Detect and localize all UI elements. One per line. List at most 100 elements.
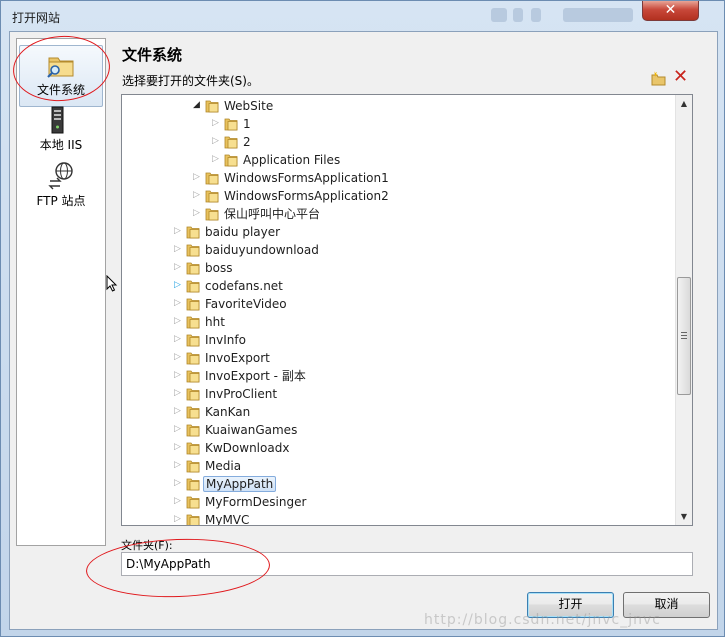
collapsed-arrow-icon[interactable]: ▷ xyxy=(212,118,220,128)
folder-tree[interactable]: ▷ MyMVC ▷ MyFormDesinger ▷ MyAppPath ▷ Media ▷ Kw… xyxy=(121,94,693,526)
tree-item-label: Application Files xyxy=(243,153,341,167)
tree-item-label: Media xyxy=(205,459,242,473)
collapsed-arrow-icon[interactable]: ▷ xyxy=(193,208,201,218)
collapsed-arrow-icon[interactable]: ▷ xyxy=(174,244,182,254)
sidebar-item-ftp-site[interactable]: FTP 站点 xyxy=(19,157,103,219)
tree-item[interactable]: ▷ MyAppPath xyxy=(122,475,682,493)
scroll-thumb[interactable] xyxy=(677,277,691,395)
folder-icon xyxy=(186,280,200,293)
sidebar-item-label: FTP 站点 xyxy=(36,194,86,208)
tree-item[interactable]: ▷ MyMVC xyxy=(122,511,682,526)
collapsed-arrow-icon[interactable]: ▷ xyxy=(174,424,182,434)
globe-transfer-icon xyxy=(48,162,73,190)
collapsed-arrow-icon[interactable]: ▷ xyxy=(174,370,182,380)
folder-icon xyxy=(186,424,200,437)
collapsed-arrow-icon[interactable]: ▷ xyxy=(174,442,182,452)
tree-item[interactable]: ▷ baidu player xyxy=(122,223,682,241)
folder-icon xyxy=(186,370,200,383)
collapsed-arrow-icon[interactable]: ▷ xyxy=(174,514,182,524)
folder-icon xyxy=(186,226,200,239)
collapsed-arrow-icon[interactable]: ▷ xyxy=(174,226,182,236)
folder-icon xyxy=(186,514,200,525)
folder-icon xyxy=(186,388,200,401)
dialog-body: 文件系统 本地 IIS FTP 站点 文件系统 选择要打开的文件夹(S)。 ✕ … xyxy=(9,31,718,630)
tree-item[interactable]: ▷ Application Files xyxy=(122,151,682,169)
tree-item[interactable]: ▷ 2 xyxy=(122,133,682,151)
expanded-arrow-icon[interactable]: ◢ xyxy=(193,100,201,110)
collapsed-arrow-icon[interactable]: ▷ xyxy=(174,388,182,398)
tree-item[interactable]: ▷ WindowsFormsApplication1 xyxy=(122,169,682,187)
tree-item-label: baidu player xyxy=(205,225,281,239)
tree-item[interactable]: ▷ InvInfo xyxy=(122,331,682,349)
tree-item[interactable]: ▷ codefans.net xyxy=(122,277,682,295)
tree-item-label: WindowsFormsApplication1 xyxy=(224,171,389,185)
tree-item[interactable]: ▷ KuaiwanGames xyxy=(122,421,682,439)
folder-field-label: 文件夹(F): xyxy=(121,539,173,552)
tree-item[interactable]: ▷ InvoExport xyxy=(122,349,682,367)
tree-item[interactable]: ▷ WindowsFormsApplication2 xyxy=(122,187,682,205)
tree-item-label: 2 xyxy=(243,135,251,149)
title-bar[interactable]: 打开网站 ✕ xyxy=(1,1,725,31)
delete-button[interactable]: ✕ xyxy=(673,66,689,87)
folder-icon xyxy=(186,478,200,491)
tree-item[interactable]: ▷ 保山呼叫中心平台 xyxy=(122,205,682,223)
new-folder-button[interactable] xyxy=(651,70,667,86)
scroll-down-button[interactable]: ▼ xyxy=(676,508,692,525)
tree-item[interactable]: ▷ FavoriteVideo xyxy=(122,295,682,313)
collapsed-arrow-icon[interactable]: ▷ xyxy=(174,280,182,290)
collapsed-arrow-icon[interactable]: ▷ xyxy=(212,154,220,164)
tree-item[interactable]: ▷ InvoExport - 副本 xyxy=(122,367,682,385)
tree-item-label: baiduyundownload xyxy=(205,243,319,257)
tree-item[interactable]: ▷ hht xyxy=(122,313,682,331)
sidebar-item-local-iis[interactable]: 本地 IIS xyxy=(19,101,103,163)
tree-item[interactable]: ▷ InvProClient xyxy=(122,385,682,403)
folder-icon xyxy=(186,244,200,257)
folder-icon xyxy=(186,460,200,473)
tree-item-label: boss xyxy=(205,261,233,275)
tree-item[interactable]: ▷ KwDownloadx xyxy=(122,439,682,457)
tree-item[interactable]: ▷ boss xyxy=(122,259,682,277)
sidebar-item-file-system[interactable]: 文件系统 xyxy=(19,45,103,107)
collapsed-arrow-icon[interactable]: ▷ xyxy=(174,298,182,308)
tree-item-label: InvoExport xyxy=(205,351,270,365)
collapsed-arrow-icon[interactable]: ▷ xyxy=(174,496,182,506)
tree-item[interactable]: ▷ Media xyxy=(122,457,682,475)
tree-item[interactable]: ◢ WebSite xyxy=(122,97,682,115)
collapsed-arrow-icon[interactable]: ▷ xyxy=(174,406,182,416)
collapsed-arrow-icon[interactable]: ▷ xyxy=(193,190,201,200)
folder-path-input[interactable] xyxy=(121,552,693,576)
close-icon: ✕ xyxy=(664,2,677,18)
folder-icon xyxy=(186,352,200,365)
folder-icon xyxy=(186,262,200,275)
tree-item-label: WebSite xyxy=(224,99,274,113)
close-button[interactable]: ✕ xyxy=(642,1,699,21)
collapsed-arrow-icon[interactable]: ▷ xyxy=(174,262,182,272)
folder-icon xyxy=(186,406,200,419)
collapsed-arrow-icon[interactable]: ▷ xyxy=(174,460,182,470)
mouse-cursor-icon xyxy=(106,275,118,292)
tree-scrollbar[interactable]: ▲ ▼ xyxy=(675,95,692,525)
collapsed-arrow-icon[interactable]: ▷ xyxy=(212,136,220,146)
tree-item[interactable]: ▷ MyFormDesinger xyxy=(122,493,682,511)
watermark: http://blog.csdn.net/jnvc_jnvc xyxy=(424,612,661,628)
tree-item-label: MyMVC xyxy=(205,513,250,526)
collapsed-arrow-icon[interactable]: ▷ xyxy=(174,352,182,362)
tree-item[interactable]: ▷ baiduyundownload xyxy=(122,241,682,259)
page-title: 文件系统 xyxy=(122,46,183,64)
tree-item-label: InvoExport - 副本 xyxy=(205,369,306,383)
folder-icon xyxy=(186,316,200,329)
tree-item-label: KanKan xyxy=(205,405,251,419)
collapsed-arrow-icon[interactable]: ▷ xyxy=(174,478,182,488)
collapsed-arrow-icon[interactable]: ▷ xyxy=(193,172,201,182)
delete-icon: ✕ xyxy=(673,66,689,87)
scroll-up-button[interactable]: ▲ xyxy=(676,95,692,112)
collapsed-arrow-icon[interactable]: ▷ xyxy=(174,334,182,344)
collapsed-arrow-icon[interactable]: ▷ xyxy=(174,316,182,326)
tree-item-label: FavoriteVideo xyxy=(205,297,287,311)
open-website-dialog: 打开网站 ✕ 文件系统 本地 IIS FTP 站点 文件系统 选择要打开的文件夹… xyxy=(0,0,725,637)
tree-item[interactable]: ▷ 1 xyxy=(122,115,682,133)
tree-item[interactable]: ▷ KanKan xyxy=(122,403,682,421)
tree-item-label: KuaiwanGames xyxy=(205,423,298,437)
window-title: 打开网站 xyxy=(12,11,61,25)
sidebar-item-label: 文件系统 xyxy=(36,83,85,97)
